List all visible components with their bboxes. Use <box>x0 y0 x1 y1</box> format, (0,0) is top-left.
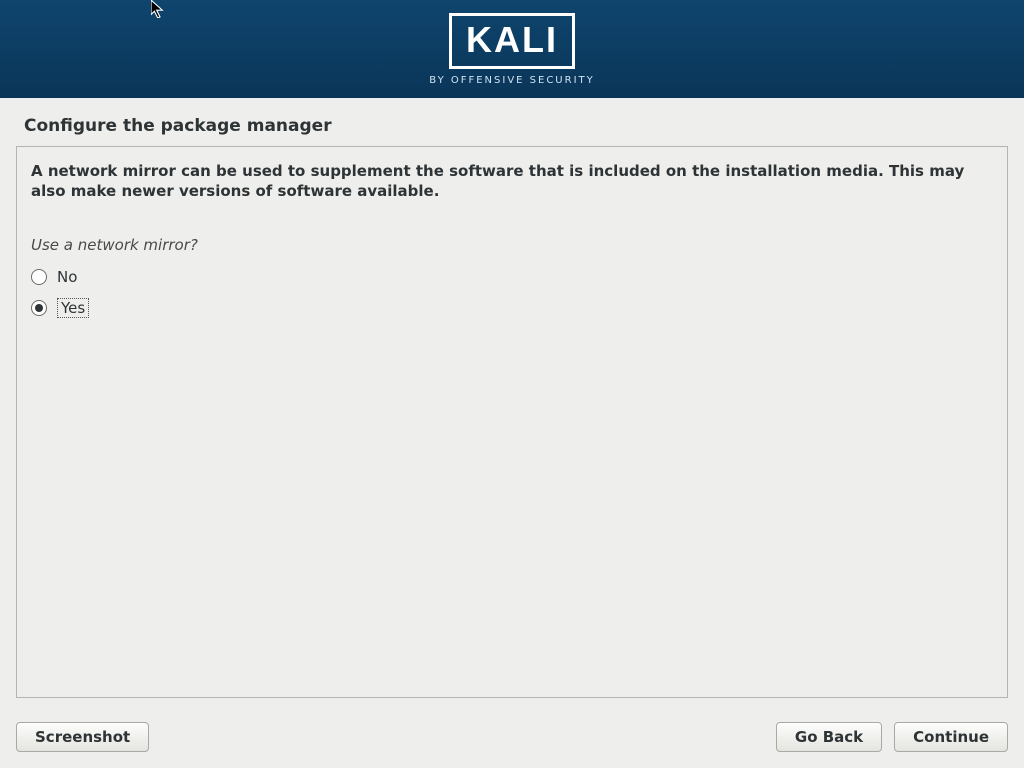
question-text: Use a network mirror? <box>31 236 993 254</box>
page-title: Configure the package manager <box>24 116 1000 136</box>
option-yes[interactable]: Yes <box>31 298 993 318</box>
option-no-label: No <box>57 268 77 286</box>
radio-icon[interactable] <box>31 269 47 285</box>
banner: KALI BY OFFENSIVE SECURITY <box>0 0 1024 98</box>
main-panel: A network mirror can be used to suppleme… <box>16 146 1008 698</box>
go-back-button[interactable]: Go Back <box>776 722 882 752</box>
continue-button[interactable]: Continue <box>894 722 1008 752</box>
cursor-icon <box>151 0 169 18</box>
description-text: A network mirror can be used to suppleme… <box>31 161 993 202</box>
option-no[interactable]: No <box>31 268 993 286</box>
screenshot-button[interactable]: Screenshot <box>16 722 149 752</box>
kali-logo: KALI BY OFFENSIVE SECURITY <box>429 13 595 86</box>
logo-subtitle: BY OFFENSIVE SECURITY <box>429 75 595 86</box>
logo-text: KALI <box>466 19 558 60</box>
radio-icon[interactable] <box>31 300 47 316</box>
option-yes-label: Yes <box>57 298 89 318</box>
